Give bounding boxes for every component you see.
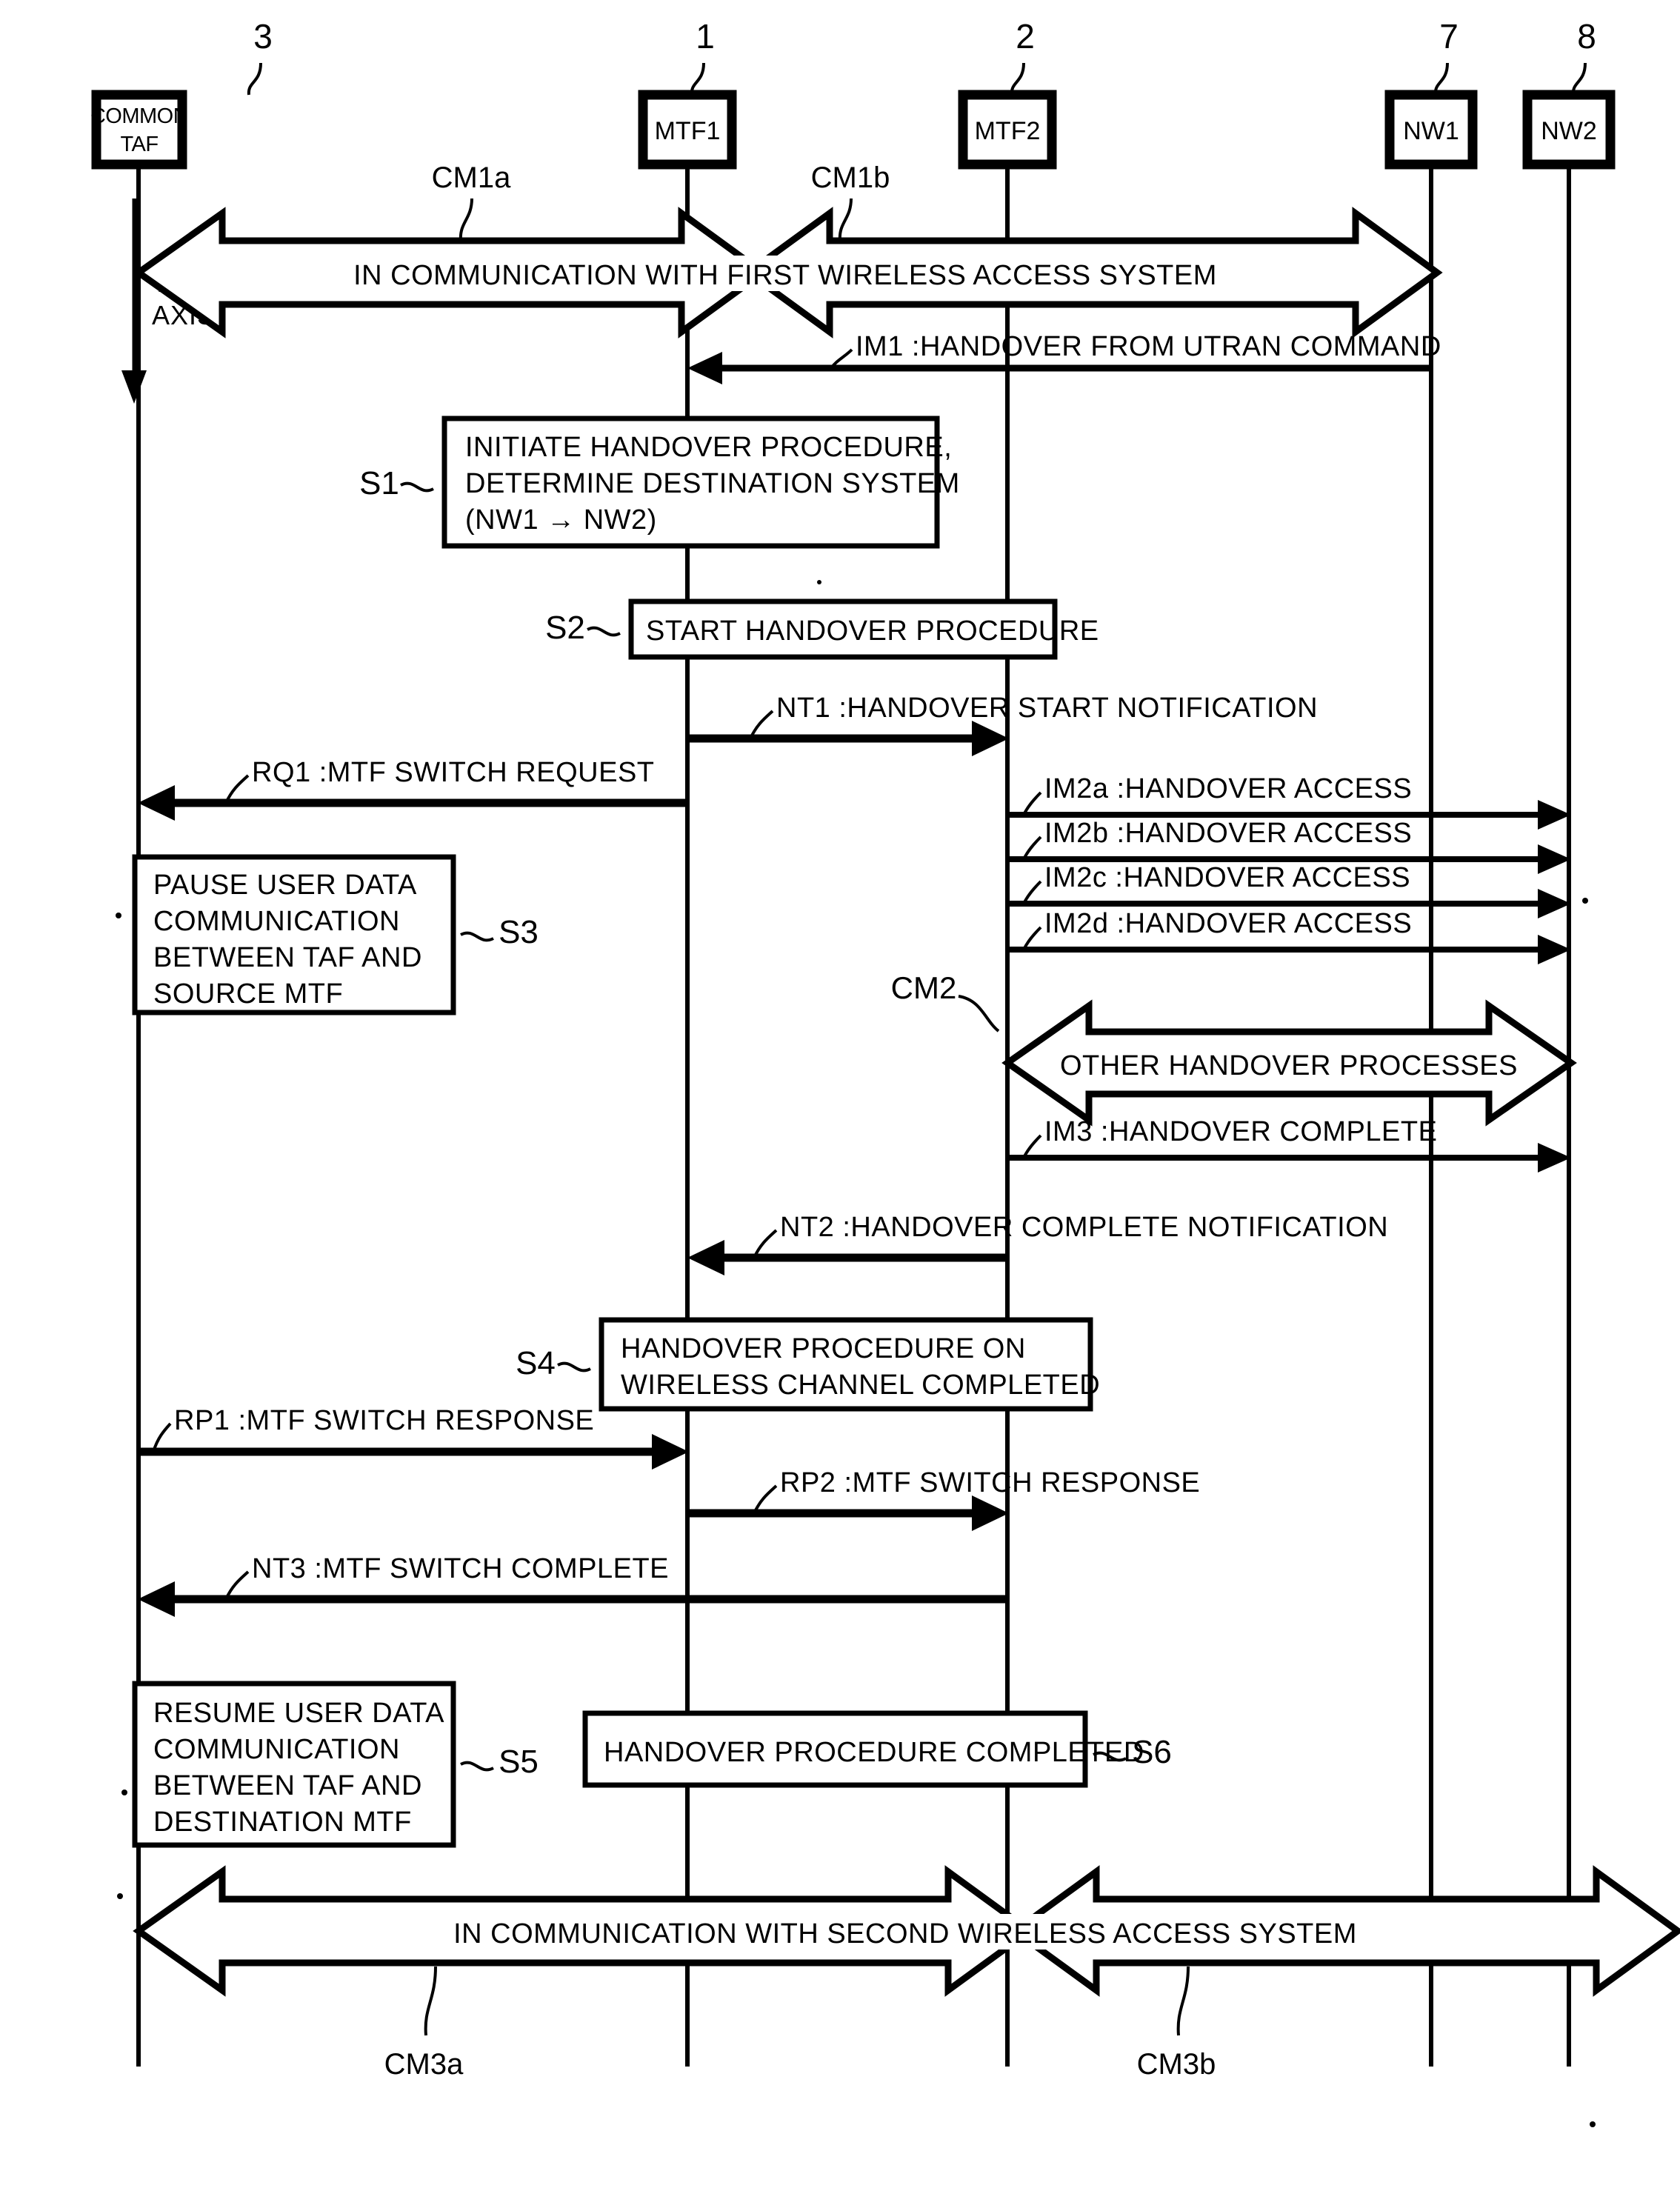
message-rp2-label: RP2 :MTF SWITCH RESPONSE [780, 1467, 1200, 1498]
step-s5-line-1: RESUME USER DATA [153, 1698, 444, 1729]
step-s5-line-2: COMMUNICATION [153, 1734, 400, 1765]
message-nt1-label: NT1 :HANDOVER START NOTIFICATION [776, 693, 1318, 724]
step-s4: HANDOVER PROCEDURE ON WIRELESS CHANNEL C… [516, 1317, 1100, 1412]
message-im3-label: IM3 :HANDOVER COMPLETE [1044, 1116, 1437, 1147]
message-im2b-label: IM2b :HANDOVER ACCESS [1044, 818, 1412, 849]
speck-6 [121, 1790, 127, 1795]
step-s3-line-1: PAUSE USER DATA [153, 870, 417, 901]
node-mtf2-label: MTF2 [975, 117, 1041, 145]
sequence-diagram-svg: COMMON TAF 3 MTF1 1 MTF2 2 NW1 7 NW2 8 A… [0, 0, 1680, 2188]
node-taf-ref-number: 3 [253, 17, 273, 56]
band-cm1a-tag: CM1a [432, 161, 511, 194]
step-s2-tag: S2 [545, 610, 585, 646]
node-mtf2-ref-number: 2 [1016, 17, 1035, 56]
band-cm3-caption: IN COMMUNICATION WITH SECOND WIRELESS AC… [453, 1918, 1357, 1949]
node-mtf1[interactable]: MTF1 [638, 90, 737, 170]
node-mtf1-label: MTF1 [655, 117, 721, 145]
speck-3 [116, 913, 121, 918]
band-cm2-tag: CM2 [891, 970, 957, 1005]
step-s1-tag: S1 [359, 465, 399, 501]
step-s4-line-2: WIRELESS CHANNEL COMPLETED [621, 1370, 1100, 1401]
speck-1 [817, 580, 821, 584]
node-mtf2[interactable]: MTF2 [958, 90, 1057, 170]
step-s1-line-2: DETERMINE DESTINATION SYSTEM [465, 468, 960, 499]
step-s6-tag: S6 [1132, 1734, 1172, 1770]
step-s3-line-2: COMMUNICATION [153, 906, 400, 937]
step-s5-line-3: BETWEEN TAF AND [153, 1770, 422, 1801]
step-s3-line-3: BETWEEN TAF AND [153, 942, 422, 973]
step-s6-line-1: HANDOVER PROCEDURE COMPLETED [604, 1737, 1144, 1768]
node-taf[interactable]: COMMON TAF [90, 90, 189, 170]
band-cm1b-tag: CM1b [811, 161, 890, 194]
step-s3-line-4: SOURCE MTF [153, 978, 343, 1010]
band-cm1-caption: IN COMMUNICATION WITH FIRST WIRELESS ACC… [353, 260, 1217, 291]
node-nw1[interactable]: NW1 [1384, 90, 1478, 170]
step-s1-line-1: INITIATE HANDOVER PROCEDURE, [465, 432, 952, 463]
speck-5 [1590, 2121, 1596, 2127]
message-nt3-label: NT3 :MTF SWITCH COMPLETE [252, 1553, 669, 1584]
message-rp1-label: RP1 :MTF SWITCH RESPONSE [174, 1405, 594, 1436]
node-nw2-label: NW2 [1541, 117, 1597, 145]
step-s2-line-1: START HANDOVER PROCEDURE [646, 616, 1099, 647]
band-cm2-caption: OTHER HANDOVER PROCESSES [1060, 1050, 1518, 1081]
figure-canvas: COMMON TAF 3 MTF1 1 MTF2 2 NW1 7 NW2 8 A… [0, 0, 1680, 2188]
speck-2 [1582, 898, 1588, 904]
message-im2c-label: IM2c :HANDOVER ACCESS [1044, 862, 1410, 893]
step-s1-line-3: (NW1 → NW2) [465, 504, 657, 536]
step-s3-tag: S3 [499, 914, 539, 950]
node-nw1-label: NW1 [1403, 117, 1459, 145]
message-im1-label: IM1 :HANDOVER FROM UTRAN COMMAND [856, 331, 1441, 362]
message-nt2-label: NT2 :HANDOVER COMPLETE NOTIFICATION [780, 1212, 1388, 1243]
step-s4-line-1: HANDOVER PROCEDURE ON [621, 1333, 1026, 1364]
step-s5-line-4: DESTINATION MTF [153, 1807, 412, 1838]
step-s1: INITIATE HANDOVER PROCEDURE, DETERMINE D… [359, 416, 960, 549]
node-nw1-ref-number: 7 [1439, 17, 1459, 56]
node-nw2-ref-number: 8 [1577, 17, 1596, 56]
node-mtf1-ref-number: 1 [696, 17, 715, 56]
speck-4 [117, 1893, 123, 1899]
step-s6: HANDOVER PROCEDURE COMPLETED S6 [582, 1710, 1172, 1788]
step-s5-tag: S5 [499, 1744, 539, 1780]
node-taf-label-2: TAF [120, 133, 158, 156]
message-im2d-label: IM2d :HANDOVER ACCESS [1044, 908, 1412, 939]
band-cm3b-tag: CM3b [1137, 2048, 1216, 2081]
node-taf-label-1: COMMON [90, 104, 188, 128]
node-nw2[interactable]: NW2 [1522, 90, 1616, 170]
band-cm3a-tag: CM3a [384, 2048, 464, 2081]
step-s4-tag: S4 [516, 1345, 556, 1381]
message-im2a-label: IM2a :HANDOVER ACCESS [1044, 773, 1412, 804]
message-rq1-label: RQ1 :MTF SWITCH REQUEST [252, 757, 655, 788]
